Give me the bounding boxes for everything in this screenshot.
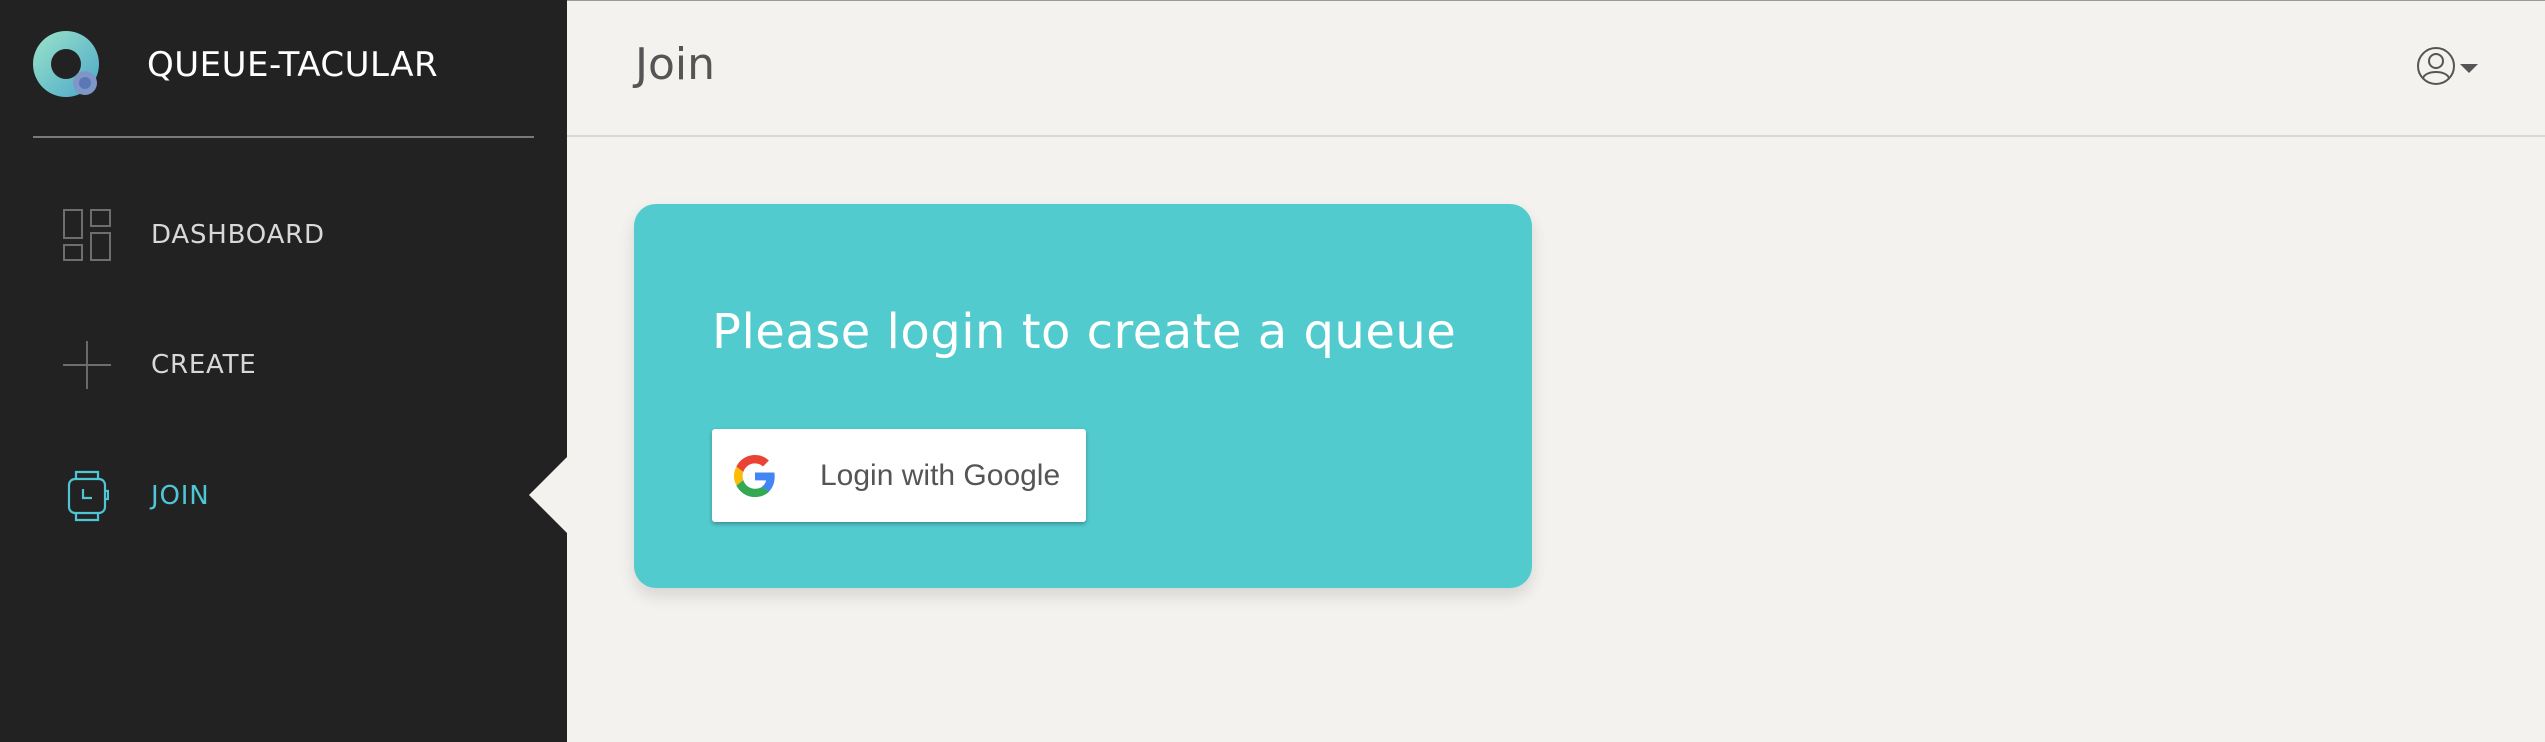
brand[interactable]: QUEUE-TACULAR [33,25,438,105]
app-root: QUEUE-TACULAR DASHBOARD CREATE JOIN Join… [0,0,2545,742]
sidebar-item-label: DASHBOARD [151,220,325,250]
login-with-google-button[interactable]: Login with Google [712,429,1086,522]
sidebar-item-label: JOIN [151,481,210,511]
sidebar-item-join[interactable]: JOIN [0,451,567,541]
queue-logo-icon [33,30,116,100]
chevron-down-icon [2460,63,2478,73]
brand-divider [33,136,534,138]
sidebar: QUEUE-TACULAR DASHBOARD CREATE JOIN [0,0,567,742]
account-menu-button[interactable] [2416,46,2478,90]
page-header: Join [567,0,2545,137]
google-g-icon [734,455,776,497]
sidebar-item-label: CREATE [151,350,257,380]
dashboard-grid-icon [63,207,111,263]
brand-name: QUEUE-TACULAR [147,45,439,85]
login-card: Please login to create a queue Login wit… [634,204,1532,588]
sidebar-item-create[interactable]: CREATE [0,320,567,410]
sidebar-item-dashboard[interactable]: DASHBOARD [0,190,567,280]
active-nav-indicator [529,457,567,533]
plus-icon [63,337,111,393]
login-button-label: Login with Google [820,458,1061,492]
watch-icon [63,468,111,524]
page-title: Join [635,39,716,90]
login-prompt: Please login to create a queue [712,304,1457,360]
user-circle-icon [2416,46,2456,90]
